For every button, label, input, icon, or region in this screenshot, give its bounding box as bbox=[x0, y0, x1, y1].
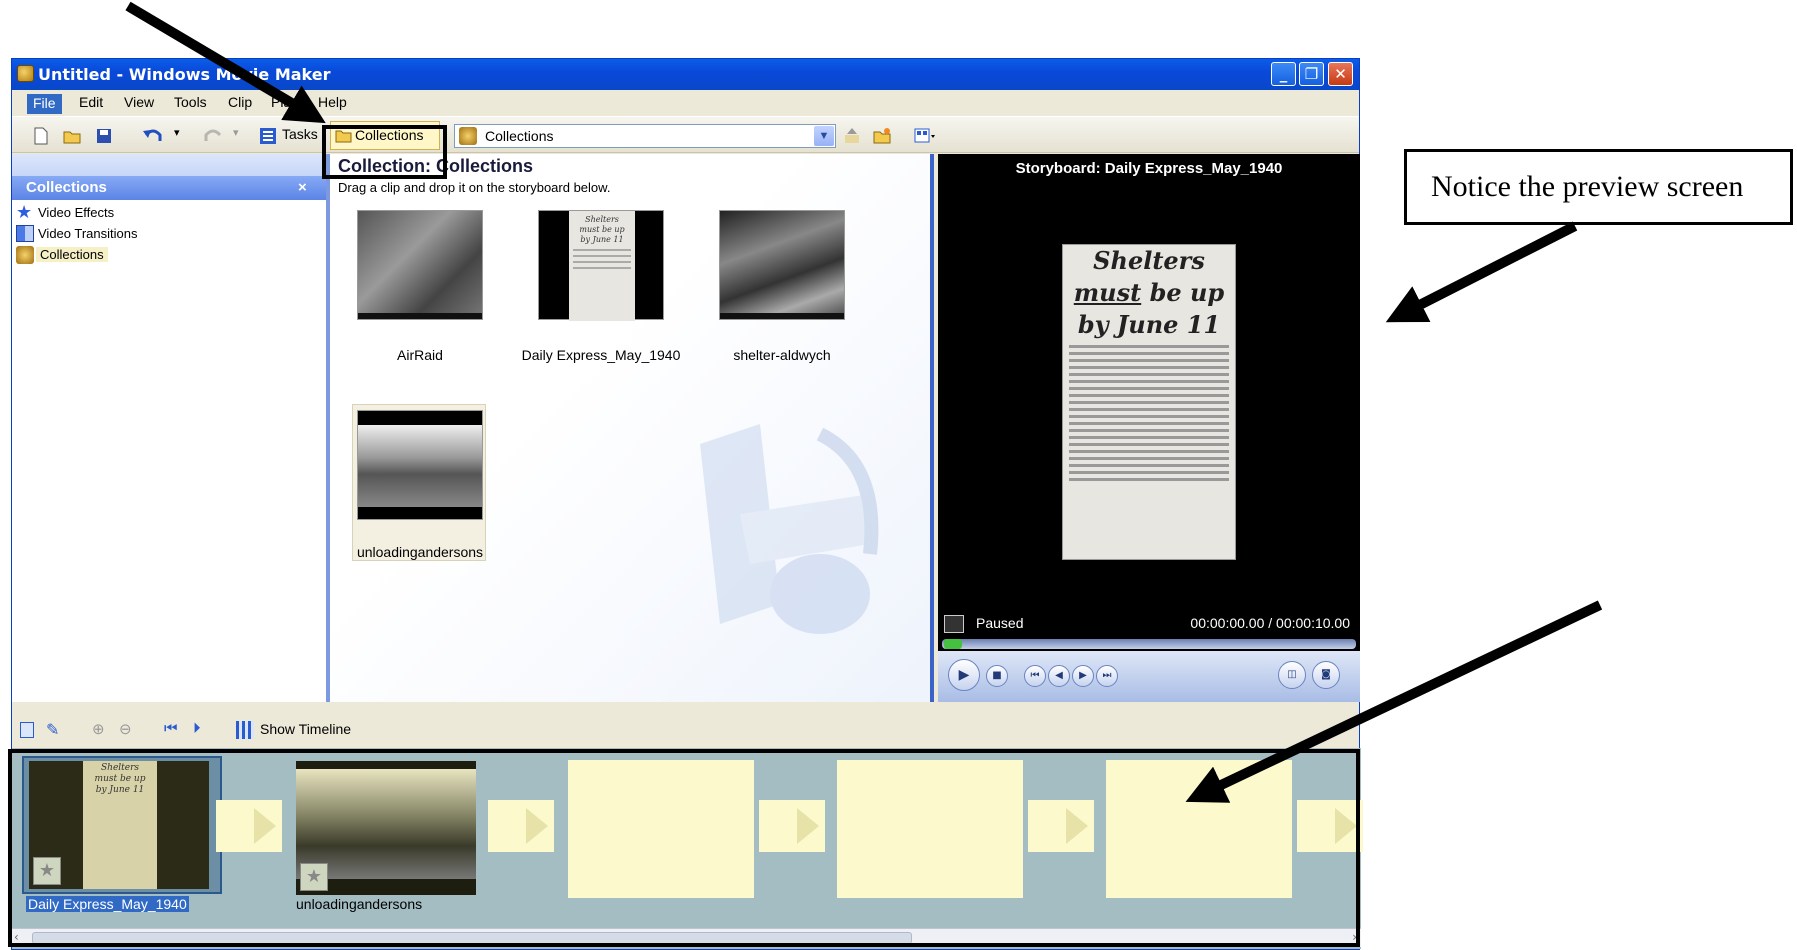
tasks-button[interactable]: Tasks bbox=[282, 123, 318, 148]
toolbar: ▾ ▾ Tasks Collections Collections ▼ bbox=[12, 116, 1359, 153]
collection-instructions: Drag a clip and drop it on the storyboar… bbox=[338, 180, 611, 195]
news-headline-2b: be up bbox=[1141, 278, 1225, 307]
playback-status: Paused bbox=[976, 615, 1024, 631]
tree-item-video-transitions[interactable]: Video Transitions bbox=[38, 226, 138, 241]
clip-label-daily-express[interactable]: Daily Express_May_1940 bbox=[511, 347, 691, 363]
close-button[interactable]: ✕ bbox=[1328, 62, 1353, 86]
thumb-line-1: Shelters bbox=[585, 215, 619, 224]
clip-thumbnail-shelter-aldwych[interactable] bbox=[719, 210, 845, 320]
menu-clip[interactable]: Clip bbox=[228, 94, 252, 110]
full-screen-icon[interactable] bbox=[944, 615, 964, 633]
daily-express-preview-image: Shelters must be up by June 11 bbox=[569, 211, 635, 321]
collections-pane-header: Collections × bbox=[12, 176, 326, 200]
redo-icon[interactable] bbox=[202, 127, 224, 145]
thumb-bar bbox=[358, 313, 482, 319]
tree-item-video-effects[interactable]: Video Effects bbox=[38, 205, 114, 220]
preview-monitor: Storyboard: Daily Express_May_1940 Shelt… bbox=[938, 154, 1360, 702]
menu-edit[interactable]: Edit bbox=[79, 94, 103, 110]
collections-pane: Collections × ★ Video Effects Video Tran… bbox=[12, 154, 330, 702]
menu-tools[interactable]: Tools bbox=[174, 94, 207, 110]
collection-contents-pane: Collection: Collections Drag a clip and … bbox=[330, 154, 934, 702]
collections-icon bbox=[16, 246, 34, 264]
playback-time: 00:00:00.00 / 00:00:10.00 bbox=[1190, 615, 1350, 631]
menu-file[interactable]: File bbox=[27, 94, 62, 114]
close-pane-icon[interactable]: × bbox=[298, 176, 307, 200]
clip-label-shelter-aldwych[interactable]: shelter-aldwych bbox=[692, 347, 872, 363]
menu-play[interactable]: Play bbox=[271, 94, 298, 110]
clip-label-unloadingandersons[interactable]: unloadingandersons bbox=[330, 544, 510, 560]
pane-grip bbox=[12, 154, 326, 176]
undo-icon[interactable] bbox=[142, 127, 164, 145]
thumb-line-3: by June 11 bbox=[580, 235, 624, 244]
restore-button[interactable]: ❐ bbox=[1299, 62, 1324, 86]
rewind-storyboard-icon[interactable]: ⏮ bbox=[164, 720, 178, 737]
menu-help[interactable]: Help bbox=[318, 94, 347, 110]
star-icon: ★ bbox=[16, 202, 33, 223]
clip-thumbnail-airraid[interactable] bbox=[357, 210, 483, 320]
preview-title: Storyboard: Daily Express_May_1940 bbox=[1015, 160, 1283, 177]
timeline-icon bbox=[236, 721, 254, 739]
narrate-timeline-icon[interactable]: ✎ bbox=[46, 720, 59, 740]
preview-callout: Notice the preview screen bbox=[1404, 149, 1793, 225]
collections-dropdown[interactable]: Collections ▼ bbox=[454, 124, 836, 148]
collections-pane-title: Collections bbox=[26, 179, 107, 196]
thumb-bar bbox=[720, 313, 844, 319]
new-project-icon[interactable] bbox=[32, 127, 50, 145]
preview-status-row: Paused 00:00:00.00 / 00:00:10.00 bbox=[938, 613, 1360, 637]
take-picture-icon[interactable]: ◙ bbox=[1312, 661, 1340, 689]
split-clip-icon[interactable]: ◫ bbox=[1278, 661, 1306, 689]
rewind-icon[interactable]: ⏮ bbox=[1024, 665, 1046, 687]
clip-thumbnail-daily-express[interactable]: Shelters must be up by June 11 bbox=[538, 210, 664, 321]
storyboard-toolbar: ✎ ⊕ ⊖ ⏮ ⏵ Show Timeline bbox=[12, 716, 1359, 746]
playback-controls: ▶ ■ ⏮ ◀ ▶ ⏭ ◫ ◙ bbox=[938, 651, 1360, 702]
tree-item-collections[interactable]: Collections bbox=[36, 247, 108, 262]
previous-frame-icon[interactable]: ◀ bbox=[1048, 665, 1070, 687]
thumb-line-2: must be up bbox=[579, 225, 625, 234]
seek-bar[interactable] bbox=[942, 639, 1356, 649]
window-title: Untitled - Windows Movie Maker bbox=[38, 65, 331, 84]
news-headline-1: Shelters bbox=[1093, 246, 1205, 275]
next-frame-icon[interactable]: ▶ bbox=[1072, 665, 1094, 687]
menu-view[interactable]: View bbox=[124, 94, 154, 110]
title-bar[interactable]: Untitled - Windows Movie Maker _ ❐ ✕ bbox=[12, 59, 1359, 90]
preview-newspaper-image: Shelters must be up by June 11 bbox=[1062, 244, 1236, 560]
chevron-down-icon[interactable]: ▼ bbox=[814, 126, 834, 146]
movie-maker-watermark-icon bbox=[700, 424, 879, 634]
set-audio-levels-icon[interactable] bbox=[20, 722, 34, 738]
menu-bar: File Edit View Tools Clip Play Help bbox=[12, 90, 1359, 114]
undo-dropdown-icon[interactable]: ▾ bbox=[174, 126, 180, 139]
fast-forward-icon[interactable]: ⏭ bbox=[1096, 665, 1118, 687]
tasks-icon bbox=[260, 128, 276, 144]
views-icon[interactable] bbox=[914, 127, 936, 145]
new-collection-folder-icon[interactable] bbox=[873, 127, 891, 145]
collections-dropdown-value: Collections bbox=[485, 128, 554, 144]
play-storyboard-icon[interactable]: ⏵ bbox=[193, 720, 201, 737]
arrow-to-preview bbox=[1385, 221, 1578, 323]
up-one-level-icon[interactable] bbox=[843, 127, 861, 145]
minimize-button[interactable]: _ bbox=[1271, 62, 1296, 86]
show-timeline-button[interactable]: Show Timeline bbox=[260, 721, 351, 737]
collections-highlight-box bbox=[322, 125, 447, 179]
collections-combo-icon bbox=[459, 127, 477, 145]
save-project-icon[interactable] bbox=[95, 127, 113, 145]
zoom-in-icon[interactable]: ⊕ bbox=[92, 720, 105, 738]
news-headline-2a: must bbox=[1073, 278, 1142, 307]
transition-icon bbox=[16, 225, 34, 242]
clip-thumbnail-unloadingandersons[interactable] bbox=[357, 410, 483, 520]
stop-icon[interactable]: ■ bbox=[986, 665, 1008, 687]
storyboard-highlight-box bbox=[8, 749, 1360, 947]
open-project-icon[interactable] bbox=[63, 127, 81, 145]
clip-label-airraid[interactable]: AirRaid bbox=[330, 347, 510, 363]
play-icon[interactable]: ▶ bbox=[948, 659, 980, 691]
seek-handle[interactable] bbox=[944, 639, 962, 649]
movie-maker-app-icon bbox=[17, 65, 34, 82]
zoom-out-icon[interactable]: ⊖ bbox=[119, 720, 132, 738]
unloadingandersons-preview-image bbox=[358, 425, 482, 507]
news-headline-3: by June 11 bbox=[1077, 310, 1221, 339]
redo-dropdown-icon[interactable]: ▾ bbox=[233, 126, 239, 139]
